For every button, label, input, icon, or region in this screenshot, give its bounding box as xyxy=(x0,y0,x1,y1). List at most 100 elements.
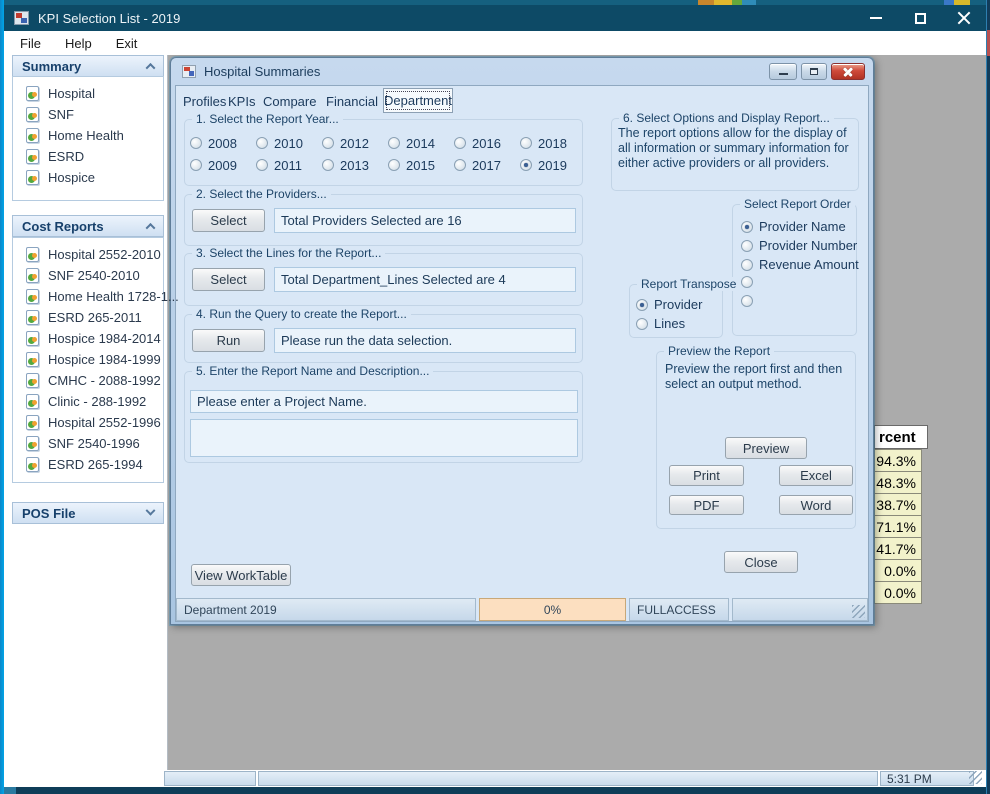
radio-icon xyxy=(520,137,532,149)
transpose-radio-lines[interactable]: Lines xyxy=(636,316,685,331)
run-query-group-label: 4. Run the Query to create the Report... xyxy=(192,307,411,321)
sidebar-header-pos-file[interactable]: POS File xyxy=(12,502,164,524)
order-radio-blank-2[interactable] xyxy=(741,295,759,307)
main-window-title: KPI Selection List - 2019 xyxy=(38,10,181,26)
sidebar-item-snf[interactable]: SNF xyxy=(13,107,163,122)
menu-bar: File Help Exit xyxy=(4,31,986,55)
sidebar-item-cmhc-2088-1992[interactable]: CMHC - 2088-1992 xyxy=(13,373,163,388)
status-empty xyxy=(732,598,868,621)
year-radio-2015[interactable]: 2015 xyxy=(388,158,454,173)
word-button[interactable]: Word xyxy=(779,495,853,515)
options-group-text: The report options allow for the display… xyxy=(618,126,849,170)
taskbar-fragment xyxy=(2,787,16,794)
transpose-radio-provider[interactable]: Provider xyxy=(636,297,702,312)
dialog-title: Hospital Summaries xyxy=(204,64,321,79)
sidebar-item-snf-2540-1996[interactable]: SNF 2540-1996 xyxy=(13,436,163,451)
excel-button[interactable]: Excel xyxy=(779,465,853,486)
summary-header-label: Summary xyxy=(22,58,82,74)
report-doc-icon xyxy=(26,415,39,430)
year-radio-2013[interactable]: 2013 xyxy=(322,158,388,173)
year-radio-2011[interactable]: 2011 xyxy=(256,158,322,173)
sidebar-header-summary[interactable]: Summary xyxy=(12,55,164,77)
sidebar-item-hospice[interactable]: Hospice xyxy=(13,170,163,185)
dialog-close-button[interactable] xyxy=(831,63,865,80)
year-radio-2016[interactable]: 2016 xyxy=(454,136,520,151)
year-radio-2008[interactable]: 2008 xyxy=(190,136,256,151)
order-radio-provider-number[interactable]: Provider Number xyxy=(741,238,857,253)
order-radio-provider-name[interactable]: Provider Name xyxy=(741,219,846,234)
lines-selected-field[interactable]: Total Department_Lines Selected are 4 xyxy=(274,267,576,292)
select-providers-button[interactable]: Select xyxy=(192,209,265,232)
dialog-restore-button[interactable] xyxy=(801,63,827,80)
report-doc-icon xyxy=(26,86,39,101)
report-doc-icon xyxy=(26,373,39,388)
sidebar-item-home-health[interactable]: Home Health xyxy=(13,128,163,143)
report-doc-icon xyxy=(26,352,39,367)
sidebar-item-hospital-2552-2010[interactable]: Hospital 2552-2010 xyxy=(13,247,163,262)
sidebar-item-clinic-288-1992[interactable]: Clinic - 288-1992 xyxy=(13,394,163,409)
radio-icon xyxy=(741,295,753,307)
menu-help[interactable]: Help xyxy=(55,33,102,54)
radio-icon xyxy=(388,137,400,149)
main-resize-grip[interactable] xyxy=(969,771,982,784)
report-transpose-group-label: Report Transpose xyxy=(637,277,741,291)
year-radio-2012[interactable]: 2012 xyxy=(322,136,388,151)
report-doc-icon xyxy=(26,128,39,143)
radio-icon xyxy=(636,317,648,330)
pdf-button[interactable]: PDF xyxy=(669,495,744,515)
order-radio-revenue-amount[interactable]: Revenue Amount xyxy=(741,257,859,272)
sidebar-item-hospital[interactable]: Hospital xyxy=(13,86,163,101)
sidebar-item-hospice-1984-2014[interactable]: Hospice 1984-2014 xyxy=(13,331,163,346)
dialog-titlebar[interactable]: Hospital Summaries xyxy=(171,58,873,85)
sidebar-item-snf-2540-2010[interactable]: SNF 2540-2010 xyxy=(13,268,163,283)
year-radio-2009[interactable]: 2009 xyxy=(190,158,256,173)
main-status-panel-2 xyxy=(258,771,878,786)
report-order-group: Select Report Order Provider Name Provid… xyxy=(732,197,859,336)
sidebar-item-home-health-1728[interactable]: Home Health 1728-1... xyxy=(13,289,179,304)
select-lines-button[interactable]: Select xyxy=(192,268,265,291)
close-dialog-button[interactable]: Close xyxy=(724,551,798,573)
run-status-field[interactable]: Please run the data selection. xyxy=(274,328,576,353)
table-cell: 41.7% xyxy=(874,537,922,560)
menu-exit[interactable]: Exit xyxy=(106,33,148,54)
report-description-input[interactable] xyxy=(190,419,578,457)
tab-compare[interactable]: Compare xyxy=(263,94,316,109)
report-year-radios: 2008 2009 2010 2011 2012 2013 2014 2015 … xyxy=(190,132,586,176)
sidebar-item-esrd-265-2011[interactable]: ESRD 265-2011 xyxy=(13,310,163,325)
year-radio-2019[interactable]: 2019 xyxy=(520,158,586,173)
year-radio-2010[interactable]: 2010 xyxy=(256,136,322,151)
sidebar-item-esrd-265-1994[interactable]: ESRD 265-1994 xyxy=(13,457,163,472)
close-button[interactable] xyxy=(942,5,986,31)
tab-profiles[interactable]: Profiles xyxy=(183,94,226,109)
report-name-input[interactable]: Please enter a Project Name. xyxy=(190,390,578,413)
dialog-minimize-button[interactable] xyxy=(769,63,797,80)
run-button[interactable]: Run xyxy=(192,329,265,352)
view-worktable-button[interactable]: View WorkTable xyxy=(191,564,291,586)
main-titlebar[interactable]: KPI Selection List - 2019 xyxy=(4,5,986,31)
sidebar-item-hospice-1984-1999[interactable]: Hospice 1984-1999 xyxy=(13,352,163,367)
year-radio-2017[interactable]: 2017 xyxy=(454,158,520,173)
tab-kpis[interactable]: KPIs xyxy=(228,94,255,109)
year-radio-2018[interactable]: 2018 xyxy=(520,136,586,151)
chevron-down-icon xyxy=(145,505,156,516)
year-radio-2014[interactable]: 2014 xyxy=(388,136,454,151)
order-radio-blank-1[interactable] xyxy=(741,276,759,288)
sidebar-item-hospital-2552-1996[interactable]: Hospital 2552-1996 xyxy=(13,415,163,430)
resize-grip[interactable] xyxy=(852,605,865,618)
maximize-button[interactable] xyxy=(898,5,942,31)
minimize-button[interactable] xyxy=(854,5,898,31)
radio-icon xyxy=(190,137,202,149)
report-transpose-group: Report Transpose Provider Lines xyxy=(629,277,741,338)
print-button[interactable]: Print xyxy=(669,465,744,486)
report-name-group: 5. Enter the Report Name and Description… xyxy=(184,364,583,463)
sidebar-item-esrd[interactable]: ESRD xyxy=(13,149,163,164)
report-doc-icon xyxy=(26,268,39,283)
tab-financial[interactable]: Financial xyxy=(326,94,378,109)
report-doc-icon xyxy=(26,436,39,451)
status-context: Department 2019 xyxy=(176,598,476,621)
sidebar-header-cost-reports[interactable]: Cost Reports xyxy=(12,215,164,237)
menu-file[interactable]: File xyxy=(10,33,51,54)
tab-department[interactable]: Department xyxy=(383,88,453,113)
preview-button[interactable]: Preview xyxy=(725,437,807,459)
providers-selected-field[interactable]: Total Providers Selected are 16 xyxy=(274,208,576,233)
